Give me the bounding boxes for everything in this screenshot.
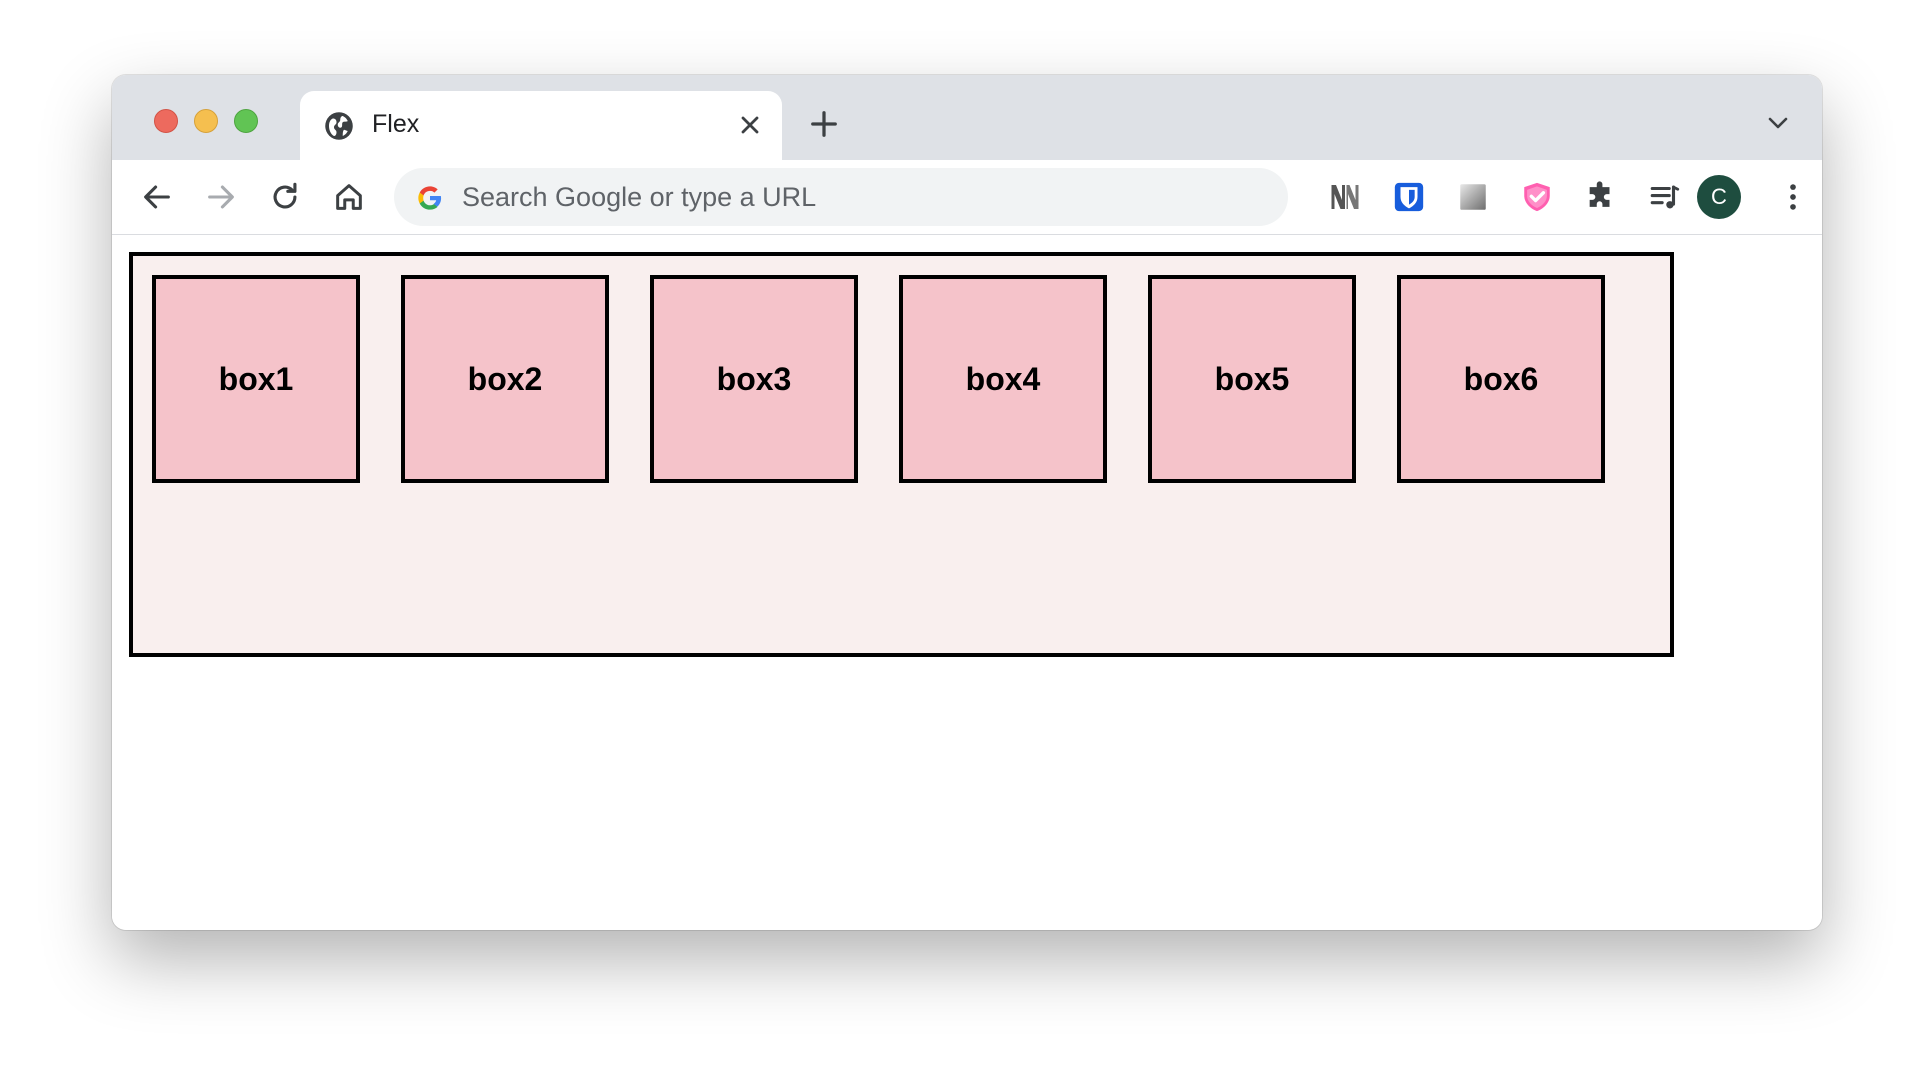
reload-icon[interactable] <box>268 180 302 214</box>
tab-flex[interactable]: Flex <box>300 91 782 160</box>
forward-arrow-icon[interactable] <box>204 180 238 214</box>
box-label: box2 <box>467 360 543 397</box>
maximize-window-button[interactable] <box>234 109 258 133</box>
flex-container: box1 box2 box3 box4 box5 box6 <box>129 252 1674 657</box>
tab-title: Flex <box>372 110 420 138</box>
page-viewport: box1 box2 box3 box4 box5 box6 <box>112 235 1822 930</box>
gradient-extension-icon[interactable] <box>1456 180 1490 214</box>
more-menu-icon[interactable] <box>1776 180 1810 214</box>
box-label: box6 <box>1463 360 1539 397</box>
avatar[interactable]: C <box>1697 175 1741 219</box>
box-label: box1 <box>218 360 294 397</box>
back-arrow-icon[interactable] <box>140 180 174 214</box>
box-label: box3 <box>716 360 792 397</box>
box-label: box4 <box>965 360 1041 397</box>
box-label: box5 <box>1214 360 1290 397</box>
shield-extension-icon[interactable] <box>1520 180 1554 214</box>
new-tab-plus-icon[interactable] <box>809 109 839 139</box>
flex-box: box3 <box>650 275 858 483</box>
close-window-button[interactable] <box>154 109 178 133</box>
chevron-down-icon[interactable] <box>1766 115 1790 131</box>
flex-box: box6 <box>1397 275 1605 483</box>
notion-web-clipper-icon[interactable] <box>1327 179 1363 215</box>
browser-window: Flex Search Google or type a URL C box1 … <box>112 75 1822 930</box>
close-icon[interactable] <box>736 111 764 139</box>
flex-box: box4 <box>899 275 1107 483</box>
puzzle-icon[interactable] <box>1584 180 1618 214</box>
flex-box: box5 <box>1148 275 1356 483</box>
home-icon[interactable] <box>332 180 366 214</box>
tab-strip: Flex <box>112 75 1822 160</box>
bitwarden-icon[interactable] <box>1392 180 1426 214</box>
minimize-window-button[interactable] <box>194 109 218 133</box>
globe-icon <box>325 112 353 140</box>
flex-box: box1 <box>152 275 360 483</box>
address-bar[interactable]: Search Google or type a URL <box>394 168 1288 226</box>
browser-toolbar: Search Google or type a URL C <box>112 160 1822 235</box>
address-bar-placeholder: Search Google or type a URL <box>462 182 817 212</box>
flex-box: box2 <box>401 275 609 483</box>
media-control-icon[interactable] <box>1648 180 1682 214</box>
google-g-icon <box>418 186 442 210</box>
